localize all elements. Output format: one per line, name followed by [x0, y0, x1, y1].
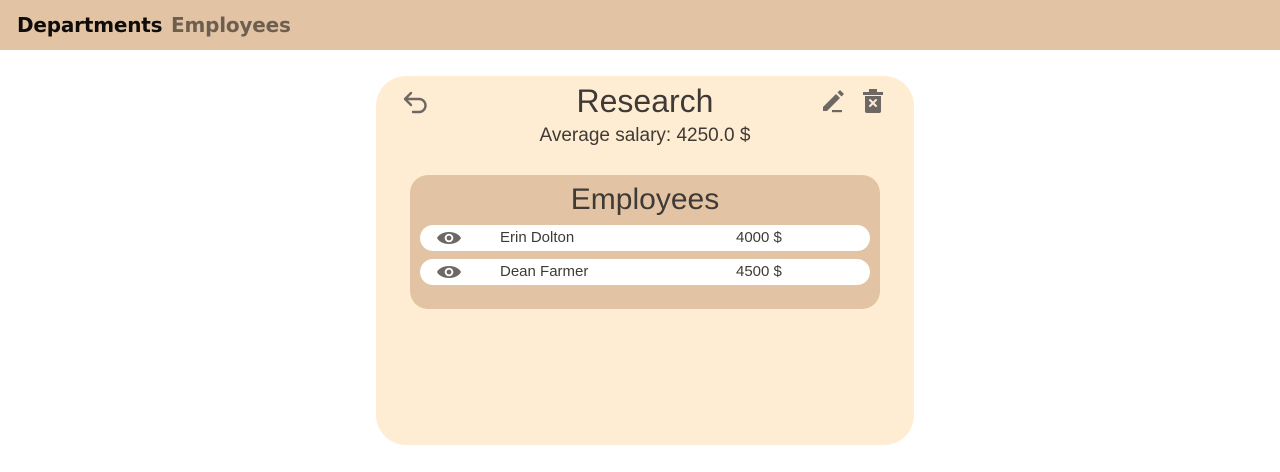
- employee-name: Dean Farmer: [500, 263, 589, 280]
- employees-panel: Employees Erin Dolton 4000 $ Dean Farmer…: [410, 175, 880, 309]
- department-card: Research Average salary: 4250.0 $ Employ…: [376, 76, 914, 445]
- employee-salary: 4000 $: [736, 229, 782, 246]
- eye-icon: [437, 232, 461, 244]
- trash-icon: [863, 89, 883, 113]
- edit-button[interactable]: [818, 86, 848, 116]
- top-navbar: Departments Employees: [0, 0, 1280, 50]
- eye-icon: [437, 266, 461, 278]
- employees-panel-title: Employees: [570, 183, 720, 216]
- average-salary-label: Average salary:: [539, 125, 672, 146]
- delete-button[interactable]: [858, 86, 888, 116]
- nav-departments-link[interactable]: Departments: [17, 11, 163, 39]
- average-salary-value: 4250.0 $: [676, 125, 751, 146]
- employee-name: Erin Dolton: [500, 229, 575, 246]
- employee-salary: 4500 $: [736, 263, 782, 280]
- view-employee-button[interactable]: [436, 228, 462, 248]
- employee-row: Dean Farmer 4500 $: [420, 259, 870, 285]
- view-employee-button[interactable]: [436, 262, 462, 282]
- employee-row: Erin Dolton 4000 $: [420, 225, 870, 251]
- nav-employees-link[interactable]: Employees: [171, 11, 291, 39]
- average-salary: Average salary: 4250.0 $: [376, 123, 914, 149]
- pencil-icon: [823, 90, 844, 113]
